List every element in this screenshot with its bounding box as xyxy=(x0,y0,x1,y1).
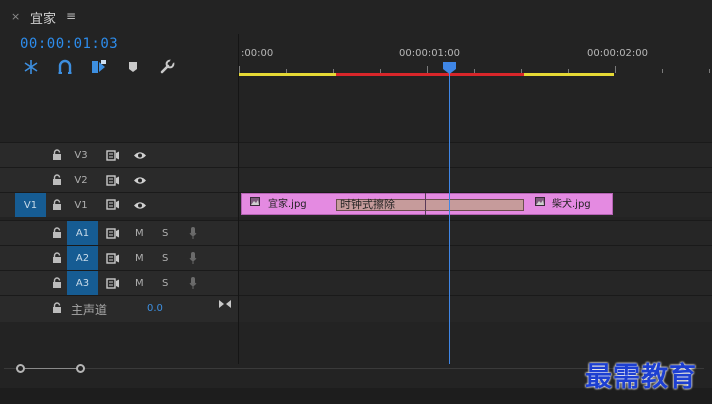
sequence-tab-title[interactable]: 宜家 xyxy=(30,8,56,27)
sync-lock-icon[interactable] xyxy=(106,228,120,239)
lock-icon[interactable] xyxy=(52,227,62,239)
sync-lock-icon[interactable] xyxy=(106,278,120,289)
lock-icon[interactable] xyxy=(52,174,62,186)
image-clip-icon xyxy=(535,197,545,206)
clip-name-1: 宜家.jpg xyxy=(268,199,307,210)
sync-lock-icon[interactable] xyxy=(106,150,120,161)
clip-name-2: 柴犬.jpg xyxy=(552,199,591,210)
track-header-master xyxy=(0,296,238,322)
lock-icon[interactable] xyxy=(52,302,62,314)
sync-lock-icon[interactable] xyxy=(106,253,120,264)
solo-button-a2[interactable]: S xyxy=(162,253,168,264)
header-timeline-divider[interactable] xyxy=(238,34,239,364)
work-area-bar-start[interactable] xyxy=(239,73,336,76)
track-target-a2[interactable]: A2 xyxy=(67,246,98,270)
eye-icon[interactable] xyxy=(133,201,147,210)
lock-icon[interactable] xyxy=(52,252,62,264)
wrench-icon[interactable] xyxy=(157,58,177,76)
lock-icon[interactable] xyxy=(52,277,62,289)
solo-button-a3[interactable]: S xyxy=(162,278,168,289)
transition-name: 时钟式擦除 xyxy=(340,198,395,211)
render-bar-unrendered xyxy=(336,73,524,76)
master-track-label: 主声道 xyxy=(71,303,108,317)
lock-icon[interactable] xyxy=(52,199,62,211)
panel-tab-bar xyxy=(0,0,712,34)
microphone-icon[interactable] xyxy=(189,251,197,265)
linked-selection-icon[interactable] xyxy=(55,58,75,76)
master-volume-value[interactable]: 0.0 xyxy=(147,303,163,314)
scroll-thumb[interactable] xyxy=(25,368,76,369)
lock-icon[interactable] xyxy=(52,149,62,161)
track-target-a1[interactable]: A1 xyxy=(67,221,98,245)
image-clip-icon xyxy=(250,197,260,206)
sync-lock-icon[interactable] xyxy=(106,199,120,210)
scroll-handle-right[interactable] xyxy=(76,364,85,373)
work-area-bar-end[interactable] xyxy=(524,73,614,76)
microphone-icon[interactable] xyxy=(189,276,197,290)
playhead-handle-icon[interactable] xyxy=(443,62,456,74)
mute-button-a1[interactable]: M xyxy=(135,228,144,239)
solo-button-a1[interactable]: S xyxy=(162,228,168,239)
track-label-v1[interactable]: V1 xyxy=(71,200,91,211)
eye-icon[interactable] xyxy=(133,176,147,185)
go-to-in-out-icon[interactable] xyxy=(218,299,232,309)
track-target-a3[interactable]: A3 xyxy=(67,271,98,295)
ruler-label-0: :00:00 xyxy=(241,48,274,59)
marker-icon[interactable] xyxy=(123,58,143,76)
playhead-timecode[interactable]: 00:00:01:03 xyxy=(20,36,118,52)
source-patch-v1[interactable]: V1 xyxy=(15,193,46,217)
ruler-label-2: 00:00:02:00 xyxy=(587,48,649,59)
mute-button-a2[interactable]: M xyxy=(135,253,144,264)
eye-icon[interactable] xyxy=(133,151,147,160)
track-label-v2[interactable]: V2 xyxy=(71,175,91,186)
playhead-line[interactable] xyxy=(449,72,450,364)
ruler-label-1: 00:00:01:00 xyxy=(399,48,461,59)
mute-button-a3[interactable]: M xyxy=(135,278,144,289)
snap-icon[interactable] xyxy=(21,58,41,76)
scroll-handle-left[interactable] xyxy=(16,364,25,373)
sync-lock-icon[interactable] xyxy=(106,175,120,186)
insert-edit-icon[interactable] xyxy=(89,58,109,76)
edit-point[interactable] xyxy=(425,193,426,215)
track-label-v3[interactable]: V3 xyxy=(71,150,91,161)
close-tab-icon[interactable]: × xyxy=(11,10,20,23)
microphone-icon[interactable] xyxy=(189,226,197,240)
watermark-logo: 最需教育 xyxy=(585,362,697,393)
panel-menu-icon[interactable]: ≡ xyxy=(66,9,76,23)
